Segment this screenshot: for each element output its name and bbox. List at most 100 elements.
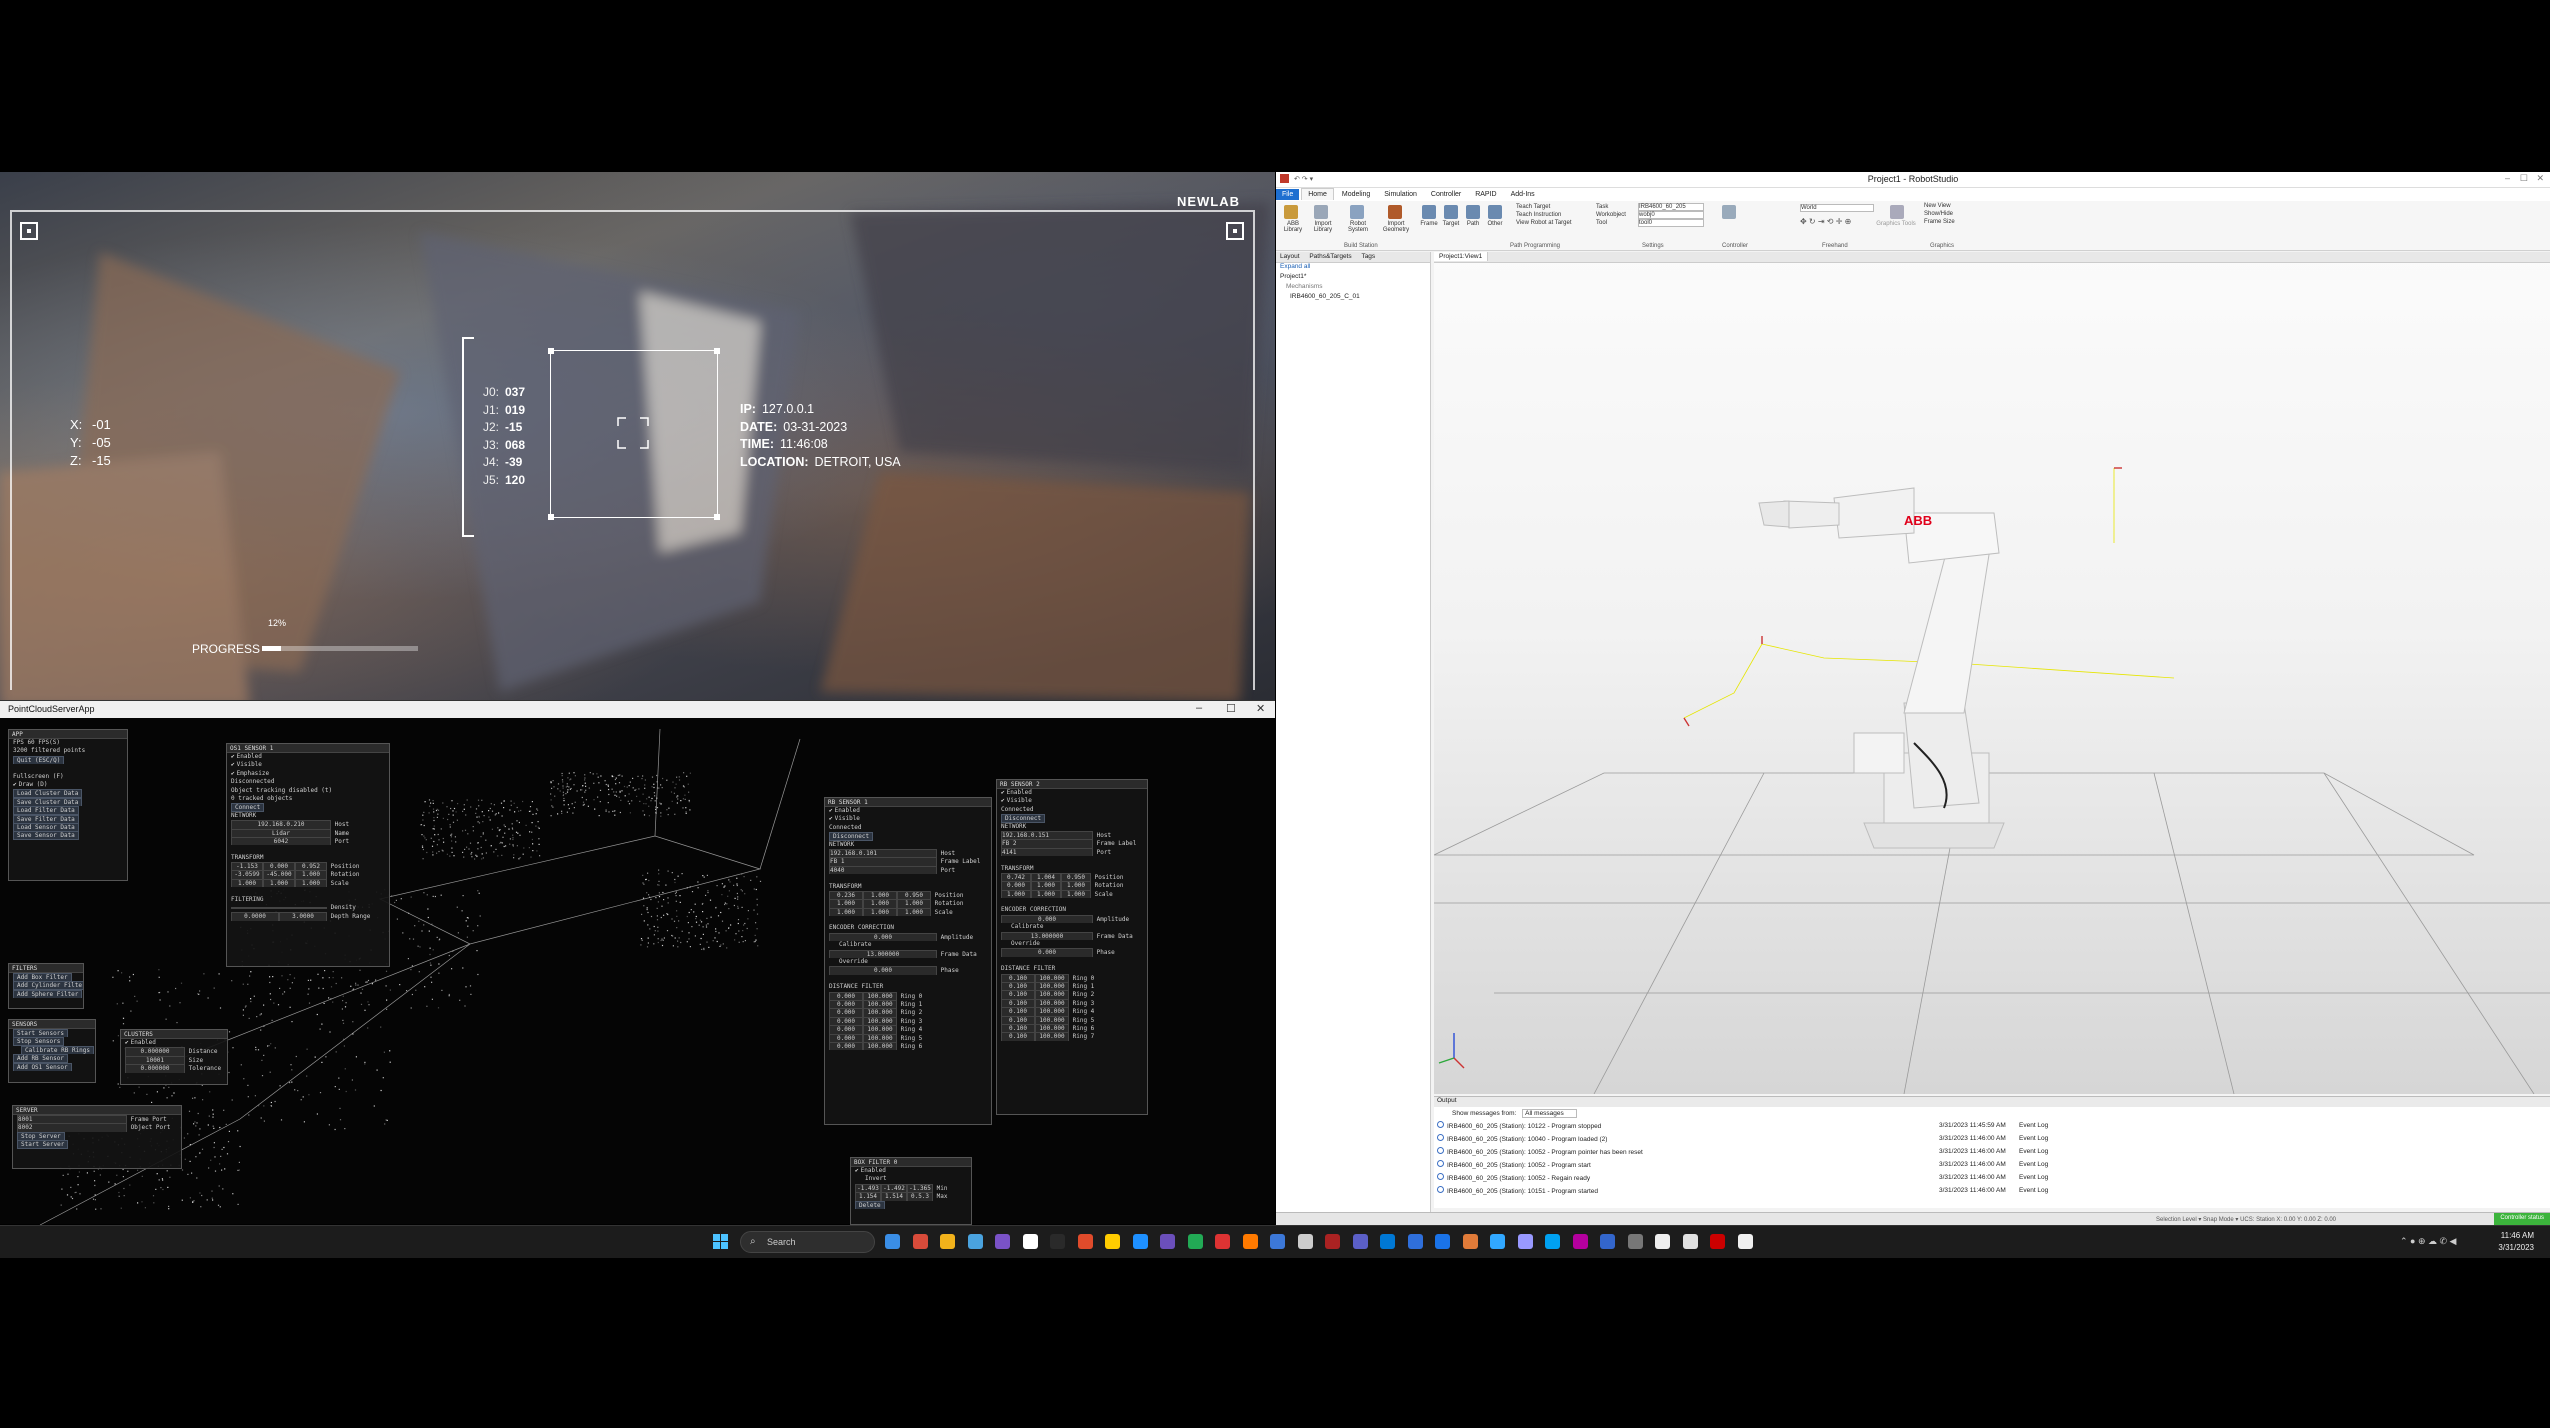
calibrate-checkbox[interactable]: Calibrate [997, 923, 1147, 931]
position-y-field[interactable]: 1.000 [863, 890, 897, 900]
abb-library-button[interactable]: ABB Library [1278, 221, 1308, 233]
taskbar-app-icon[interactable] [995, 1234, 1010, 1249]
taskbar-app-icon[interactable] [1435, 1234, 1450, 1249]
tab-rapid[interactable]: RAPID [1469, 189, 1502, 200]
output-row[interactable]: IRB4600_60_205 (Station): 10151 - Progra… [1434, 1184, 2550, 1197]
target-icon[interactable] [1444, 205, 1458, 219]
tree-item-mechanisms[interactable]: Mechanisms [1276, 283, 1430, 293]
position-x-field[interactable]: 0.742 [1001, 872, 1031, 882]
ring-max-field[interactable]: 100.000 [863, 1008, 897, 1017]
port-field[interactable]: 4040 [829, 865, 937, 875]
calibrate-rings-button[interactable]: Calibrate RB Rings [21, 1045, 95, 1055]
rotation-z-field[interactable]: 1.000 [897, 899, 931, 908]
ring-min-field[interactable]: 0.000 [829, 1033, 863, 1042]
maximize-icon[interactable]: ☐ [2520, 173, 2528, 184]
ring-max-field[interactable]: 100.000 [1035, 998, 1069, 1008]
taskbar-app-icon[interactable] [1242, 1234, 1258, 1249]
taskbar-app-icon[interactable] [1187, 1234, 1203, 1249]
ring-max-field[interactable]: 100.000 [1035, 990, 1069, 999]
ring-max-field[interactable]: 100.000 [1035, 981, 1069, 991]
quit-button[interactable]: Quit (ESC/Q) [13, 755, 65, 765]
position-y-field[interactable]: 0.000 [263, 862, 295, 871]
add-box-filter-button[interactable]: Add Box Filter [13, 973, 72, 982]
save-filter-button[interactable]: Save Filter Data [13, 814, 79, 823]
tree-item-robot[interactable]: IRB4600_60_205_C_01 [1276, 293, 1430, 303]
phase-field[interactable]: 0.000 [829, 966, 937, 975]
taskbar-app-icon[interactable] [885, 1234, 900, 1249]
rotation-z-field[interactable]: 1.000 [295, 870, 327, 879]
ring-max-field[interactable]: 100.000 [1035, 1007, 1069, 1016]
delete-filter-button[interactable]: Delete [855, 1200, 885, 1209]
taskbar-search[interactable]: ⌕ Search [740, 1231, 875, 1253]
tool-select[interactable]: tool0 [1638, 219, 1704, 227]
rb-sensor-2-panel[interactable]: RB SENSOR 2 Enabled Visible Connected Di… [996, 779, 1148, 1115]
ring-max-field[interactable]: 100.000 [1035, 973, 1069, 982]
stop-server-button[interactable]: Stop Server [17, 1131, 65, 1141]
freehand-tools-icon[interactable]: ✥ ↻ ⇥ ⟲ ✛ ⊕ [1800, 217, 1851, 226]
position-x-field[interactable]: -1.153 [231, 862, 263, 871]
freehand-select[interactable]: World [1800, 204, 1874, 212]
ring-min-field[interactable]: 0.000 [829, 1008, 863, 1017]
max-y-field[interactable]: 1.514 [881, 1192, 907, 1201]
workobject-select[interactable]: wobj0 [1638, 211, 1704, 219]
tray-icons[interactable]: ⌃ ● ⊕ ☁ ✆ ◀ [2400, 1236, 2456, 1247]
ring-max-field[interactable]: 100.000 [863, 1033, 897, 1042]
size-field[interactable]: 10001 [125, 1055, 185, 1065]
position-z-field[interactable]: 0.950 [1061, 872, 1091, 882]
taskbar-app-icon[interactable] [1407, 1234, 1423, 1249]
rotation-z-field[interactable]: 1.000 [1061, 881, 1091, 890]
visible-checkbox[interactable]: Visible [997, 797, 1147, 805]
robot-system-icon[interactable] [1350, 205, 1364, 219]
app-panel[interactable]: APP FPS 60 FPS(S) 3200 filtered points Q… [8, 729, 128, 881]
rotation-y-field[interactable]: -45.000 [263, 870, 295, 879]
import-geometry-button[interactable]: Import Geometry [1378, 221, 1414, 233]
sensors-panel[interactable]: SENSORS Start Sensors Stop Sensors Calib… [8, 1019, 96, 1083]
box-enabled-checkbox[interactable]: Enabled [851, 1167, 971, 1175]
position-y-field[interactable]: 1.004 [1031, 872, 1061, 882]
taskbar-app-icon[interactable] [1710, 1234, 1725, 1249]
taskbar-app-icon[interactable] [1545, 1234, 1560, 1249]
taskbar-app-icon[interactable] [1462, 1234, 1478, 1249]
rb-sensor-1-panel[interactable]: RB SENSOR 1 Enabled Visible Connected Di… [824, 797, 992, 1125]
ring-max-field[interactable]: 100.000 [1035, 1023, 1069, 1033]
output-row[interactable]: IRB4600_60_205 (Station): 10122 - Progra… [1434, 1119, 2550, 1132]
start-server-button[interactable]: Start Server [17, 1140, 69, 1149]
host-field[interactable]: 192.168.0.151 [1001, 830, 1093, 840]
taskbar-app-icon[interactable] [1600, 1234, 1615, 1249]
rotation-y-field[interactable]: 1.000 [1031, 881, 1061, 890]
new-view-button[interactable]: New View [1924, 203, 1951, 209]
task-select[interactable]: IRB4600_60_205 [1638, 203, 1704, 211]
position-z-field[interactable]: 0.952 [295, 862, 327, 871]
distance-field[interactable]: 0.000000 [125, 1047, 185, 1056]
override-checkbox[interactable]: Override [825, 958, 991, 966]
abb-library-icon[interactable] [1284, 205, 1298, 219]
windows-start-icon[interactable] [713, 1234, 728, 1249]
frame-label-field[interactable]: FB 2 [1001, 839, 1093, 848]
taskbar-app-icon[interactable] [912, 1234, 928, 1249]
tab-simulation[interactable]: Simulation [1378, 189, 1423, 200]
scale-y-field[interactable]: 1.000 [263, 878, 295, 888]
ring-max-field[interactable]: 100.000 [863, 999, 897, 1009]
add-sphere-filter-button[interactable]: Add Sphere Filter [13, 989, 83, 999]
taskbar-app-icon[interactable] [1737, 1234, 1753, 1249]
visible-checkbox[interactable]: Visible [825, 815, 991, 823]
frame-data-field[interactable]: 13.000000 [829, 949, 937, 959]
frame-icon[interactable] [1422, 205, 1436, 219]
ring-min-field[interactable]: 0.100 [1001, 1032, 1035, 1041]
save-sensor-button[interactable]: Save Sensor Data [13, 831, 79, 840]
3d-view[interactable]: Project1:View1 ABB [1434, 252, 2550, 1094]
object-port-field[interactable]: 8002 [17, 1123, 127, 1132]
output-row[interactable]: IRB4600_60_205 (Station): 10040 - Progra… [1434, 1132, 2550, 1145]
tab-addins[interactable]: Add-Ins [1505, 189, 1541, 200]
robot-system-button[interactable]: Robot System [1340, 221, 1376, 233]
tab-file[interactable]: File [1276, 189, 1300, 200]
ring-min-field[interactable]: 0.000 [829, 1025, 863, 1034]
tolerance-field[interactable]: 0.000000 [125, 1064, 185, 1073]
ring-min-field[interactable]: 0.100 [1001, 981, 1035, 991]
scale-x-field[interactable]: 1.000 [829, 907, 863, 917]
emphasize-checkbox[interactable]: Emphasize [227, 770, 389, 778]
max-x-field[interactable]: 1.154 [855, 1192, 881, 1201]
box-invert-checkbox[interactable]: Invert [851, 1175, 971, 1183]
density-max-field[interactable] [279, 907, 327, 910]
scale-z-field[interactable]: 1.000 [897, 907, 931, 917]
